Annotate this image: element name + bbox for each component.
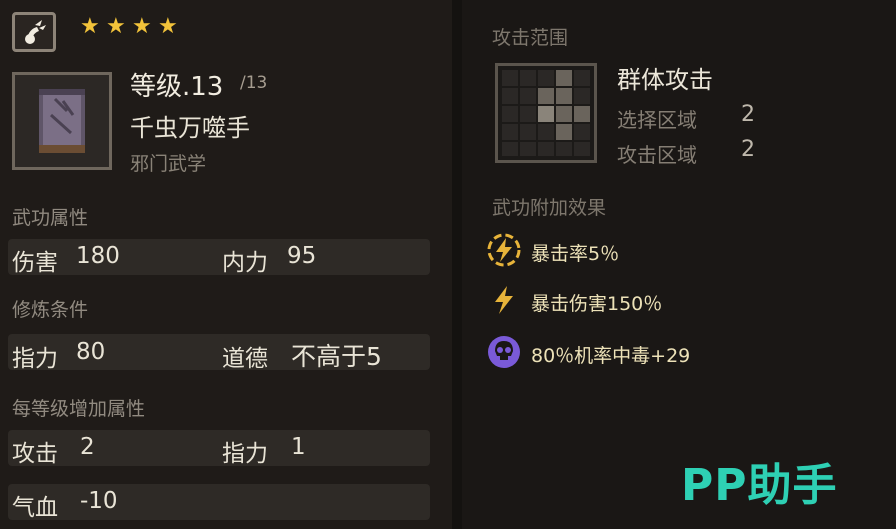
attack-type: 群体攻击 bbox=[617, 66, 713, 94]
attack-value: 2 bbox=[80, 434, 95, 460]
skill-level: 等级.13 bbox=[130, 72, 224, 102]
skill-portrait bbox=[12, 72, 112, 170]
morality-label: 道德 bbox=[222, 346, 268, 372]
effects-title: 武功附加效果 bbox=[492, 197, 607, 219]
morality-value: 不高于5 bbox=[291, 342, 382, 371]
inner-power-label: 内力 bbox=[222, 250, 268, 276]
star-icon: ★ bbox=[132, 14, 152, 39]
finger-value: 1 bbox=[291, 434, 306, 460]
book-icon bbox=[39, 89, 85, 153]
range-grid-icon bbox=[502, 70, 590, 156]
finger-label: 指力 bbox=[222, 441, 268, 467]
per-level-row bbox=[8, 484, 430, 520]
star-rating: ★ ★ ★ ★ bbox=[80, 14, 178, 39]
skill-level-max: /13 bbox=[240, 73, 268, 93]
range-title: 攻击范围 bbox=[492, 27, 569, 49]
attack-area-value: 2 bbox=[741, 137, 755, 162]
watermark-logo: PP助手 bbox=[681, 460, 838, 511]
effect-text: 80％机率中毒+29 bbox=[531, 345, 691, 367]
skill-school: 邪门武学 bbox=[130, 153, 207, 175]
skill-detail-screen: ★ ★ ★ ★ 等级.13 /13 千虫万噬手 邪门武学 武功属性 伤害 180… bbox=[0, 0, 896, 529]
select-area-label: 选择区域 bbox=[617, 108, 697, 132]
finger-strength-value: 80 bbox=[76, 339, 106, 365]
damage-label: 伤害 bbox=[12, 250, 58, 276]
per-level-row bbox=[8, 430, 430, 466]
star-icon: ★ bbox=[106, 14, 126, 39]
effect-text: 暴击率5％ bbox=[531, 243, 620, 265]
finger-strength-label: 指力 bbox=[12, 346, 58, 372]
attributes-row bbox=[8, 239, 430, 275]
attack-range-grid bbox=[495, 63, 597, 163]
damage-value: 180 bbox=[76, 243, 120, 269]
panel-divider bbox=[452, 0, 462, 529]
claw-icon bbox=[25, 20, 46, 44]
inner-power-value: 95 bbox=[287, 243, 317, 269]
effect-text: 暴击伤害150％ bbox=[531, 293, 663, 315]
hp-value: -10 bbox=[80, 488, 118, 514]
skill-type-icon[interactable] bbox=[12, 12, 56, 52]
lightning-icon bbox=[486, 282, 522, 318]
star-icon: ★ bbox=[80, 14, 100, 39]
skill-name: 千虫万噬手 bbox=[130, 114, 250, 142]
select-area-value: 2 bbox=[741, 102, 755, 127]
star-icon: ★ bbox=[158, 14, 178, 39]
lightning-circle-icon bbox=[486, 232, 522, 268]
hp-label: 气血 bbox=[12, 495, 58, 521]
requirements-title: 修炼条件 bbox=[12, 299, 89, 321]
skull-icon bbox=[486, 334, 522, 370]
per-level-title: 每等级增加属性 bbox=[12, 398, 146, 420]
attack-label: 攻击 bbox=[12, 441, 58, 467]
attributes-title: 武功属性 bbox=[12, 207, 89, 229]
attack-area-label: 攻击区域 bbox=[617, 143, 697, 167]
